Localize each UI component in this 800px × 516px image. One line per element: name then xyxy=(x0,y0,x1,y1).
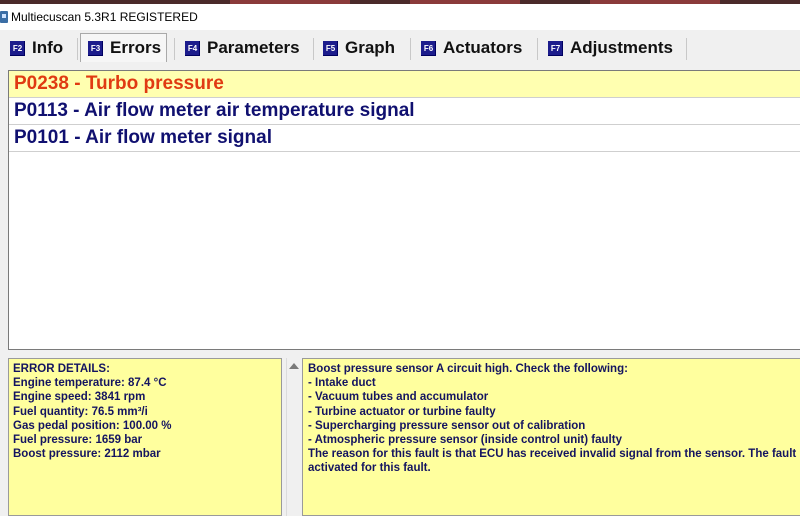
details-scrollbar[interactable] xyxy=(286,358,300,516)
f3-key-icon: F3 xyxy=(88,40,103,56)
error-row-p0238[interactable]: P0238 - Turbo pressure xyxy=(9,71,800,98)
description-line: - Turbine actuator or turbine faulty xyxy=(308,405,496,418)
tab-divider xyxy=(313,38,314,60)
tab-label: Errors xyxy=(110,38,162,57)
tab-divider xyxy=(174,38,175,60)
detail-fuel-quantity: Fuel quantity: 76.5 mm³/i xyxy=(13,405,148,418)
f4-key-icon: F4 xyxy=(185,40,200,56)
tab-errors[interactable]: F3 Errors xyxy=(80,33,168,62)
error-description-panel: Boost pressure sensor A circuit high. Ch… xyxy=(302,358,800,516)
f5-key-icon: F5 xyxy=(323,40,338,56)
tab-label: Actuators xyxy=(443,38,523,57)
tab-divider xyxy=(537,38,538,60)
description-line: - Supercharging pressure sensor out of c… xyxy=(308,419,586,432)
detail-fuel-pressure: Fuel pressure: 1659 bar xyxy=(13,434,143,447)
window-title: Multiecuscan 5.3R1 REGISTERED xyxy=(11,10,198,24)
tab-label: Graph xyxy=(345,38,396,57)
description-line: activated for this fault. xyxy=(308,462,431,475)
description-line: - Atmospheric pressure sensor (inside co… xyxy=(308,434,622,447)
tab-divider xyxy=(686,38,687,60)
tab-divider xyxy=(410,38,411,60)
tab-label: Parameters xyxy=(207,38,300,57)
tab-actuators[interactable]: F6 Actuators xyxy=(421,34,522,62)
tab-adjustments[interactable]: F7 Adjustments xyxy=(548,34,673,62)
description-line: The reason for this fault is that ECU ha… xyxy=(308,448,797,461)
tab-label: Adjustments xyxy=(570,38,673,57)
f7-key-icon: F7 xyxy=(548,40,563,56)
error-row-p0101[interactable]: P0101 - Air flow meter signal xyxy=(9,125,800,152)
error-info-area: ERROR DETAILS: Engine temperature: 87.4 … xyxy=(8,354,800,516)
f2-key-icon: F2 xyxy=(10,40,25,56)
detail-engine-speed: Engine speed: 3841 rpm xyxy=(13,391,146,404)
title-bar: Multiecuscan 5.3R1 REGISTERED xyxy=(0,4,800,30)
tab-divider xyxy=(77,38,78,60)
error-row-p0113[interactable]: P0113 - Air flow meter air temperature s… xyxy=(9,98,800,125)
f6-key-icon: F6 xyxy=(421,40,436,56)
detail-gas-pedal-position: Gas pedal position: 100.00 % xyxy=(13,419,172,432)
detail-boost-pressure: Boost pressure: 2112 mbar xyxy=(13,448,161,461)
description-line: Boost pressure sensor A circuit high. Ch… xyxy=(308,363,628,375)
tab-graph[interactable]: F5 Graph xyxy=(323,34,395,62)
tab-info[interactable]: F2 Info xyxy=(10,34,63,62)
error-details-panel: ERROR DETAILS: Engine temperature: 87.4 … xyxy=(8,358,282,516)
detail-engine-temperature: Engine temperature: 87.4 °C xyxy=(13,377,167,390)
description-line: - Intake duct xyxy=(308,377,376,390)
details-heading: ERROR DETAILS: xyxy=(13,363,110,375)
tab-bar: F2 Info F3 Errors F4 Parameters F5 Graph… xyxy=(0,30,800,68)
app-icon xyxy=(0,11,8,23)
tab-parameters[interactable]: F4 Parameters xyxy=(185,34,300,62)
scroll-up-arrow-icon[interactable] xyxy=(289,363,299,369)
error-list[interactable]: P0238 - Turbo pressure P0113 - Air flow … xyxy=(8,70,800,350)
tab-label: Info xyxy=(32,38,64,57)
description-line: - Vacuum tubes and accumulator xyxy=(308,391,489,404)
